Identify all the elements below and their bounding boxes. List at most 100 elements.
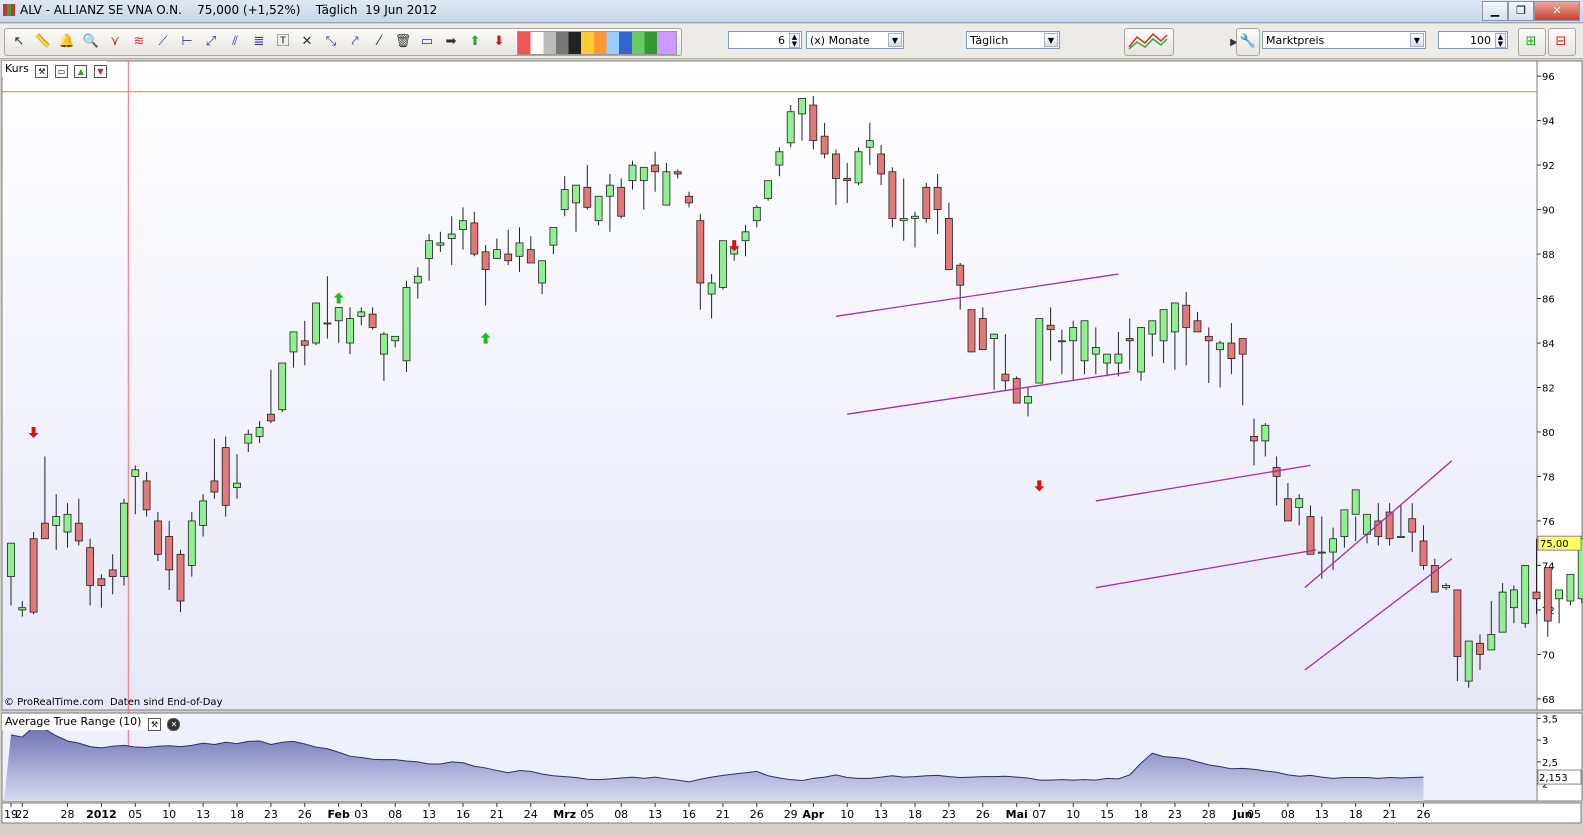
candle-up [786, 111, 795, 144]
candle-up [1261, 424, 1270, 442]
add-chart-button[interactable]: ⊞ [1518, 28, 1546, 56]
candle-up [719, 240, 727, 288]
add-chart-icon: ⊞ [1525, 34, 1537, 49]
color-palette[interactable] [517, 31, 677, 55]
candle-up [911, 215, 919, 219]
arrow-right-icon[interactable]: ➡ [441, 32, 461, 52]
regression-channel-icon[interactable]: ≣ [249, 32, 269, 52]
candle-down [86, 547, 94, 586]
candle-up [1317, 551, 1326, 554]
candle-up [447, 233, 456, 239]
candle-down [877, 153, 885, 175]
candle-down [210, 480, 219, 493]
horizontal-line-icon[interactable]: ⊢ [177, 32, 197, 52]
candle-down [1046, 324, 1055, 331]
x-axis-label: 23 [264, 808, 278, 821]
price-axis-label: 88 [1542, 250, 1555, 261]
candle-up [628, 164, 637, 182]
period-unit-select[interactable]: (x) Monate ▼ [806, 31, 904, 49]
chart-style-button[interactable] [1124, 28, 1174, 56]
candle-up [436, 242, 445, 246]
zoom-field[interactable]: 100 ▲ ▼ [1438, 31, 1508, 49]
candle-down [165, 536, 174, 571]
fibonacci-retracement-icon[interactable]: ≋ [129, 32, 149, 52]
candle-up [1069, 327, 1078, 342]
candle-up [1159, 309, 1168, 342]
candle-down [1250, 436, 1258, 442]
alarm-bell-icon[interactable]: 🔔 [57, 32, 77, 52]
minimize-button[interactable]: ▁ [1482, 1, 1508, 21]
candle-up [1058, 340, 1066, 343]
interval-select[interactable]: Täglich ▼ [966, 31, 1060, 49]
candle-up [346, 318, 354, 344]
candle-up [244, 433, 253, 444]
restore-button[interactable]: ❐ [1508, 1, 1534, 21]
x-axis-label: 18 [908, 808, 922, 821]
x-axis-label: 05 [580, 808, 594, 821]
x-axis-label: 03 [354, 808, 368, 821]
trash-icon[interactable]: 🗑 [393, 32, 413, 52]
period-spinner-icon[interactable]: ▲ ▼ [789, 33, 800, 48]
price-axis-label: 84 [1542, 339, 1555, 350]
atr-panel-title-label: Average True Range (10) [5, 715, 142, 728]
candle-up [233, 482, 241, 488]
interval-label: Täglich [970, 34, 1009, 47]
wrench-icon[interactable]: ⚒ [35, 65, 49, 78]
x-axis-label: 13 [648, 808, 662, 821]
tools-icon[interactable]: ✕ [297, 32, 317, 52]
chart-canvas[interactable]: 68707274767880828486889092949622,533,575… [0, 60, 1583, 833]
window-title: ALV - ALLIANZ SE VNA O.N. 75,000 (+1,52%… [20, 3, 438, 17]
x-axis-label: 08 [1281, 808, 1295, 821]
remove-chart-icon: ⊟ [1555, 34, 1567, 49]
fibonacci-fan-icon[interactable]: ⋎ [105, 32, 125, 52]
gann-fan-icon[interactable]: ⤡ [321, 32, 341, 52]
remove-chart-button[interactable]: ⊟ [1548, 28, 1576, 56]
zoom-icon[interactable]: 🔍 [81, 32, 101, 52]
arrow-line-icon[interactable]: ⤤ [345, 32, 365, 52]
candle-down [142, 480, 151, 511]
buy-arrow-icon[interactable]: ⬆ [465, 32, 485, 52]
chart-area[interactable]: 68707274767880828486889092949622,533,575… [0, 60, 1583, 833]
sell-arrow-icon[interactable]: ⬇ [489, 32, 509, 52]
zoom-spinner-icon[interactable]: ▲ ▼ [1495, 33, 1506, 48]
pointer-icon[interactable]: ↖ [9, 32, 29, 52]
candle-up [278, 362, 287, 411]
wrench-icon[interactable]: ⚒ [147, 718, 161, 731]
move-up-icon[interactable]: ▲ [74, 65, 88, 78]
close-indicator-icon[interactable]: ✕ [167, 718, 181, 731]
candle-up [1442, 585, 1450, 589]
candle-up [357, 311, 366, 317]
parallel-channel-icon[interactable]: ⫽ [225, 32, 245, 52]
chevron-down-icon[interactable]: ▼ [1044, 33, 1058, 47]
move-down-icon[interactable]: ▼ [93, 65, 107, 78]
x-axis-label: 13 [874, 808, 888, 821]
chevron-down-icon[interactable]: ▼ [888, 33, 902, 47]
candle-up [854, 151, 863, 184]
candle-up [323, 322, 332, 325]
window-icon[interactable]: ▭ [54, 65, 68, 78]
candle-up [515, 242, 524, 257]
x-axis-label: 23 [942, 808, 956, 821]
candle-up [131, 469, 140, 477]
candle-down [1543, 567, 1552, 622]
rectangle-icon[interactable]: ▭ [417, 32, 437, 52]
text-tool-icon[interactable]: 🅃 [273, 32, 293, 52]
candle-up [255, 427, 264, 437]
ray-line-icon[interactable]: ⤢ [201, 32, 221, 52]
settings-button[interactable]: 🔧 [1236, 28, 1260, 56]
candle-up [741, 231, 750, 242]
x-axis-label: Apr [802, 808, 824, 821]
candle-down [266, 413, 275, 422]
candle-down [153, 520, 162, 555]
price-axis-label: 86 [1542, 295, 1555, 306]
candle-down [300, 340, 309, 346]
line-style-icon[interactable]: ⁄ [369, 32, 389, 52]
candle-up [1137, 327, 1145, 373]
ruler-icon[interactable]: 📏 [33, 32, 53, 52]
price-type-select[interactable]: Marktpreis ▼ [1262, 31, 1426, 49]
period-value-field[interactable]: 6 ▲ ▼ [728, 31, 802, 49]
chevron-down-icon[interactable]: ▼ [1410, 33, 1424, 47]
candle-up [18, 607, 27, 611]
trendline-icon[interactable]: ⟋ [153, 32, 173, 52]
close-button[interactable]: ✕ [1534, 1, 1580, 21]
